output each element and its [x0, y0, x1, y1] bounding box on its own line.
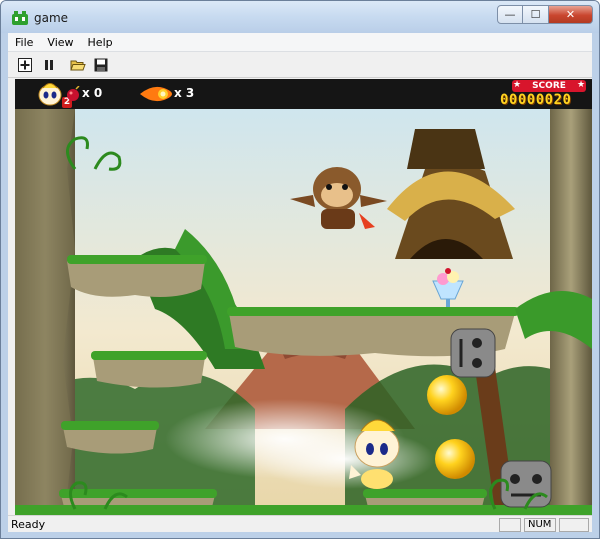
folder-open-icon [70, 60, 86, 71]
status-pane-num: NUM [524, 518, 556, 532]
app-icon [12, 11, 28, 25]
save-button[interactable] [92, 56, 110, 74]
gold-orb-upper [427, 375, 467, 415]
bomb-icon [65, 85, 81, 105]
hud-bar: 2 x 0 x 3 SCORE ★ ★ 00000020 [15, 79, 592, 109]
toolbar [8, 53, 592, 78]
minimize-button[interactable]: — [497, 5, 523, 24]
fireball-count: x 3 [174, 86, 195, 100]
app-window: game — ☐ ✕ File View Help 2 x 0 x 3 SCOR… [0, 0, 600, 539]
close-button[interactable]: ✕ [549, 5, 593, 24]
gold-orb-lower [435, 439, 475, 479]
new-game-icon [18, 58, 32, 72]
lives-count: x 0 [82, 86, 103, 100]
save-icon [94, 58, 108, 72]
new-game-button[interactable] [16, 56, 34, 74]
open-button[interactable] [69, 56, 87, 74]
score-label: SCORE [512, 80, 586, 92]
fireball-icon [138, 84, 174, 107]
menu-file[interactable]: File [8, 33, 40, 52]
ground [15, 505, 592, 515]
maximize-button[interactable]: ☐ [523, 5, 549, 24]
status-bar: Ready NUM [8, 515, 592, 532]
platform-lower-left [61, 421, 159, 454]
star-icon-right: ★ [577, 80, 586, 90]
game-viewport[interactable]: 2 x 0 x 3 SCORE ★ ★ 00000020 [15, 79, 592, 515]
stone-golem-enemy-upper [450, 328, 496, 378]
menu-help[interactable]: Help [81, 33, 120, 52]
platform-mid-left [91, 351, 207, 388]
star-icon-left: ★ [513, 80, 522, 90]
menu-view[interactable]: View [40, 33, 80, 52]
title-bar[interactable]: game — ☐ ✕ [1, 1, 599, 33]
window-controls: — ☐ ✕ [497, 5, 593, 24]
player-portrait-icon [37, 81, 63, 110]
menu-bar: File View Help [8, 33, 592, 52]
game-scene [15, 109, 592, 515]
pause-icon [45, 60, 53, 70]
client-area: File View Help 2 x 0 x 3 SCORE ★ ★ 00000… [8, 33, 592, 532]
status-text: Ready [11, 518, 46, 531]
platform-top-left [67, 255, 207, 297]
status-pane-scroll [559, 518, 589, 532]
score-value: 00000020 [500, 92, 572, 108]
window-title: game [34, 11, 69, 25]
status-pane-caps [499, 518, 521, 532]
pause-button[interactable] [40, 56, 58, 74]
